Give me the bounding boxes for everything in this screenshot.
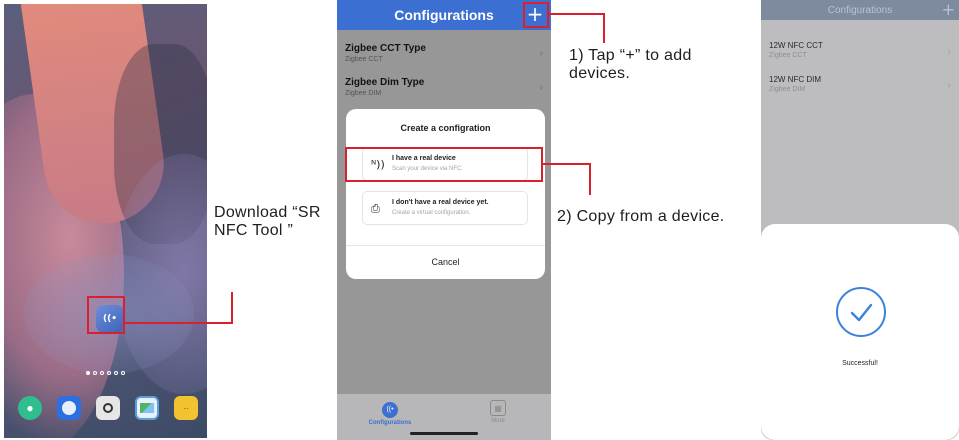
tab-configurations[interactable]: ((• Configurations [355,398,425,426]
success-screen: Configurations + 12W NFC CCT Zigbee CCT … [761,0,959,440]
add-button-highlight-box [523,2,549,28]
app-icon-highlight-box [87,296,125,334]
checkmark-icon [836,287,886,337]
configurations-screen: Configurations + Zigbee CCT Type Zigbee … [337,0,551,440]
step2-instruction: 2) Copy from a device. [557,208,725,225]
create-configuration-dialog: Create a configration ᴺ)) I have a real … [346,109,545,279]
tab-label: More [491,418,505,424]
item-subtitle: Zigbee DIM [769,86,806,93]
page-dot [100,371,104,375]
page-title: Configurations [394,7,494,23]
callout-line [543,163,591,165]
cancel-button[interactable]: Cancel [346,257,545,267]
page-dot [86,371,90,375]
page-dot [107,371,111,375]
android-home-screen: ((• ● ∙∙ [4,4,207,438]
tab-more[interactable]: ▦ More [463,398,533,424]
option-subtitle: Create a virtual configuration. [392,210,471,216]
chevron-right-icon: › [947,80,951,91]
list-item[interactable]: 12W NFC CCT Zigbee CCT › [761,36,959,70]
dialog-divider [346,245,545,246]
page-dot [114,371,118,375]
document-icon: ⎙ [371,202,380,215]
real-device-highlight-box [345,147,543,182]
list-item[interactable]: 12W NFC DIM Zigbee DIM › [761,70,959,104]
success-message: Successful! [842,360,878,367]
browser-icon[interactable] [57,396,81,420]
success-sheet: Successful! [761,224,959,440]
grid-icon: ▦ [490,400,506,416]
page-title: Configurations [827,4,893,16]
dialog-title: Create a configration [400,123,491,133]
callout-line [603,13,605,43]
virtual-device-option[interactable]: ⎙ I don't have a real device yet. Create… [362,191,528,225]
callout-line [589,163,591,195]
callout-line [231,292,233,324]
chevron-right-icon: › [947,46,951,57]
step1-instruction: 1) Tap “+” to add devices. [569,47,692,82]
download-instruction: Download “SR NFC Tool ” [214,204,321,239]
item-name: 12W NFC DIM [769,75,821,84]
item-subtitle: Zigbee CCT [769,52,807,59]
item-name: 12W NFC CCT [769,41,823,50]
page-indicator [86,371,125,375]
nav-bar: Configurations [337,0,551,30]
option-title: I don't have a real device yet. [392,199,489,206]
app-dock: ● ∙∙ [18,396,198,420]
page-dot [121,371,125,375]
nav-bar: Configurations [761,0,959,20]
page-dot [93,371,97,375]
add-button[interactable]: + [942,0,955,20]
home-indicator [410,432,478,435]
chat-icon[interactable]: ● [18,396,42,420]
callout-line [125,322,233,324]
camera-icon[interactable] [96,396,120,420]
config-icon: ((• [382,402,398,418]
callout-line [549,13,605,15]
tab-label: Configurations [368,420,412,426]
notes-icon[interactable]: ∙∙ [174,396,198,420]
gallery-icon[interactable] [135,396,159,420]
